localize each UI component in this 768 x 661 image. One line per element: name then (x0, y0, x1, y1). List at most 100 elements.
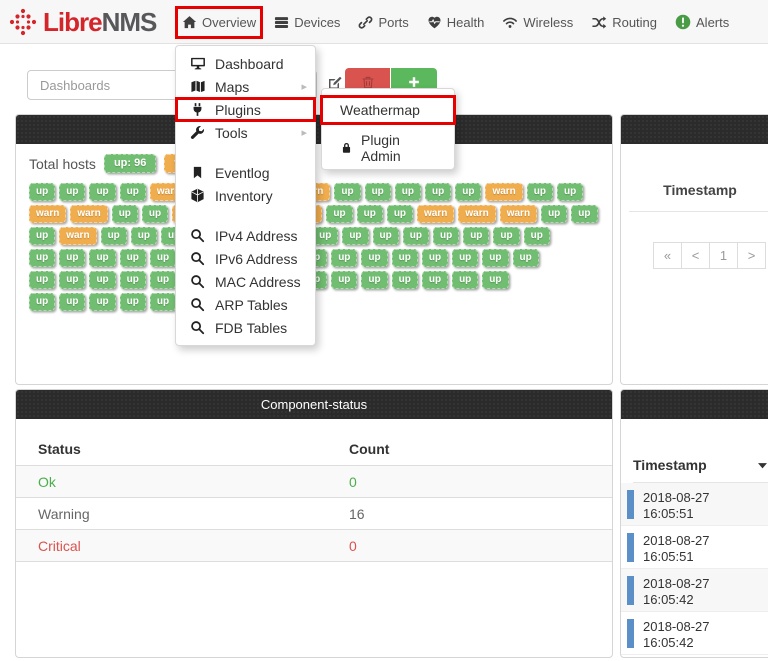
nav-item-routing[interactable]: Routing (587, 9, 661, 36)
host-status-badge[interactable]: up (119, 183, 146, 201)
host-status-badge[interactable]: up (334, 183, 361, 201)
host-status-badge[interactable]: up (356, 205, 383, 223)
host-status-badge[interactable]: up (89, 249, 116, 267)
nav-item-alerts[interactable]: Alerts (671, 8, 733, 36)
menu-item-ipv4-address[interactable]: IPv4 Address (176, 224, 315, 247)
host-status-badge[interactable]: up (29, 271, 56, 289)
menu-item-ipv6-address[interactable]: IPv6 Address (176, 247, 315, 270)
host-status-badge[interactable]: up (100, 227, 127, 245)
host-status-badge[interactable]: up (119, 249, 146, 267)
host-status-badge[interactable]: up (526, 183, 553, 201)
menu-item-eventlog[interactable]: Eventlog (176, 161, 315, 184)
host-status-badge[interactable]: up (119, 293, 146, 311)
nav-item-ports[interactable]: Ports (354, 9, 412, 36)
host-status-badge[interactable]: up (59, 249, 86, 267)
wireless-icon (502, 15, 518, 30)
host-status-badge[interactable]: up (89, 183, 116, 201)
host-status-badge[interactable]: up (541, 205, 568, 223)
menu-divider (176, 144, 315, 161)
host-status-badge[interactable]: up (402, 227, 429, 245)
pagination-next[interactable]: > (737, 242, 766, 269)
host-status-badge[interactable]: up (130, 227, 157, 245)
submenu-item-plugin-admin[interactable]: Plugin Admin (322, 132, 454, 164)
host-status-badge[interactable]: up (89, 293, 116, 311)
host-status-badge[interactable]: up (89, 271, 116, 289)
host-status-badge[interactable]: up (364, 183, 391, 201)
host-status-badge[interactable]: up (421, 271, 449, 289)
host-status-badge[interactable]: up (59, 293, 86, 311)
host-status-badge[interactable]: up (119, 271, 146, 289)
host-status-badge[interactable]: up (482, 271, 509, 289)
host-status-badge[interactable]: up (463, 227, 490, 245)
host-status-badge[interactable]: warn (29, 205, 67, 223)
host-status-badge[interactable]: up (512, 249, 539, 267)
host-status-badge[interactable]: up (394, 183, 421, 201)
host-status-badge[interactable]: up (59, 183, 86, 201)
nav-item-overview[interactable]: Overview (174, 5, 264, 39)
host-status-badge[interactable]: up (432, 227, 460, 245)
menu-item-inventory[interactable]: Inventory (176, 184, 315, 207)
alerts-icon (675, 14, 691, 30)
pagination-prev[interactable]: < (681, 242, 710, 269)
host-status-badge[interactable]: up (482, 249, 509, 267)
nav-item-label: Wireless (523, 14, 574, 30)
host-status-badge[interactable]: up (372, 227, 399, 245)
host-status-badge[interactable]: up (149, 293, 177, 311)
host-status-badge[interactable]: up (452, 271, 479, 289)
menu-item-dashboard[interactable]: Dashboard (176, 52, 315, 75)
summary-badge-up[interactable]: up: 96 (103, 154, 157, 173)
menu-item-plugins[interactable]: Plugins (175, 97, 316, 122)
host-status-badge[interactable]: up (29, 293, 56, 311)
host-status-badge[interactable]: up (523, 227, 550, 245)
host-status-badge[interactable]: up (141, 205, 169, 223)
host-status-badge[interactable]: up (386, 205, 414, 223)
host-status-badge[interactable]: up (149, 271, 177, 289)
host-status-badge[interactable]: warn (458, 205, 496, 223)
host-status-badge[interactable]: up (59, 271, 86, 289)
host-status-badge[interactable]: up (331, 249, 358, 267)
host-status-badge[interactable]: up (361, 249, 388, 267)
host-status-badge[interactable]: up (312, 227, 339, 245)
host-status-badge[interactable]: warn (499, 205, 538, 223)
host-status-badge[interactable]: up (361, 271, 388, 289)
component-row-critical: Critical 0 (16, 529, 612, 562)
host-status-badge[interactable]: up (29, 249, 56, 267)
menu-item-mac-address[interactable]: MAC Address (176, 270, 315, 293)
host-status-badge[interactable]: up (421, 249, 449, 267)
host-status-badge[interactable]: up (29, 183, 56, 201)
host-status-badge[interactable]: up (391, 271, 418, 289)
host-status-badge[interactable]: up (331, 271, 358, 289)
host-status-badge[interactable]: up (455, 183, 482, 201)
host-status-badge[interactable]: up (149, 249, 177, 267)
nav-item-devices[interactable]: Devices (270, 9, 344, 36)
nav-item-wireless[interactable]: Wireless (498, 9, 577, 36)
nav-item-health[interactable]: Health (423, 9, 489, 36)
host-status-badge[interactable]: up (29, 227, 56, 245)
host-status-badge[interactable]: warn (417, 205, 455, 223)
nav-item-label: Health (446, 14, 485, 30)
host-status-badge[interactable]: up (571, 205, 598, 223)
sort-chevron-down-icon[interactable] (756, 459, 768, 472)
pagination-first[interactable]: « (653, 242, 682, 269)
menu-item-maps[interactable]: Maps ▸ (176, 75, 315, 98)
host-status-badge[interactable]: up (342, 227, 369, 245)
nav-item-label: Alerts (696, 14, 730, 30)
librenms-logo[interactable]: LibreNMS (8, 7, 157, 37)
host-status-badge[interactable]: up (557, 183, 584, 201)
host-status-badge[interactable]: warn (70, 205, 108, 223)
host-status-badge[interactable]: up (391, 249, 418, 267)
host-status-badge[interactable]: up (493, 227, 520, 245)
host-status-badge[interactable]: warn (485, 183, 523, 201)
host-status-badge[interactable]: warn (59, 227, 97, 245)
pagination-page-1[interactable]: 1 (709, 242, 738, 269)
bottom-right-panel-header (621, 390, 768, 419)
host-status-badge[interactable]: up (326, 205, 353, 223)
host-status-badge[interactable]: up (452, 249, 479, 267)
menu-item-arp-tables[interactable]: ARP Tables (176, 293, 315, 316)
submenu-item-weathermap[interactable]: Weathermap (320, 95, 456, 125)
menu-item-fdb-tables[interactable]: FDB Tables (176, 316, 315, 339)
host-status-badge[interactable]: up (425, 183, 452, 201)
timestamp-column-header: Timestamp (629, 182, 768, 212)
host-status-badge[interactable]: up (111, 205, 138, 223)
menu-item-tools[interactable]: Tools ▸ (176, 121, 315, 144)
